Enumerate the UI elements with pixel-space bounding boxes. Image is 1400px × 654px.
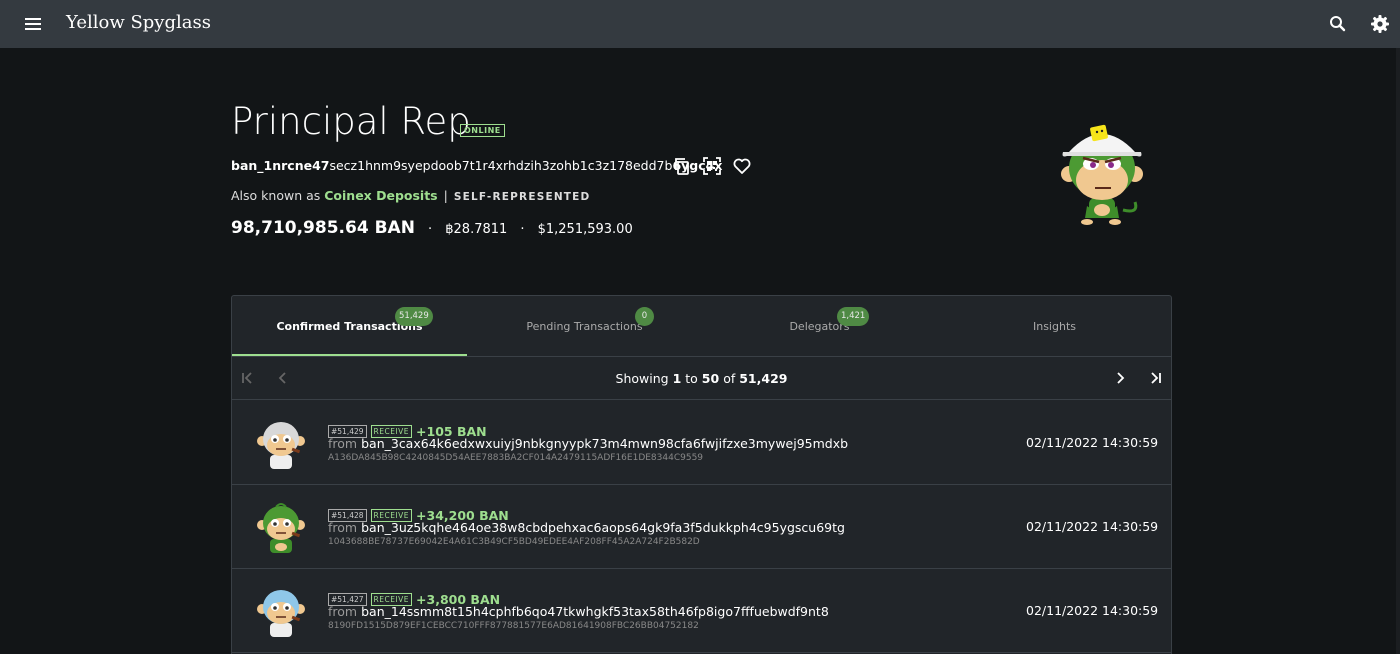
sender-avatar — [257, 422, 305, 469]
heart-icon[interactable] — [732, 156, 752, 176]
transaction-date: 02/11/2022 — [1026, 603, 1099, 618]
transaction-date: 02/11/2022 — [1026, 435, 1099, 450]
usd-value: $1,251,593.00 — [537, 222, 633, 237]
transaction-time: 14:30:59 — [1102, 603, 1159, 618]
last-page-icon[interactable] — [1147, 369, 1165, 387]
tab-insights[interactable]: Insights — [937, 296, 1171, 356]
transaction-hash[interactable]: 1043688BE78737E69042E4A61C3B49CF5BD49EDE… — [328, 537, 700, 547]
page-scrollbar[interactable] — [1396, 48, 1400, 654]
alias-line: Also known as Coinex Deposits | SELF-REPRE… — [231, 188, 590, 203]
count-badge: 51,429 — [395, 307, 433, 326]
tab-delegators[interactable]: Delegators 1,421 — [702, 296, 937, 356]
count-badge: 1,421 — [837, 307, 870, 326]
pager-from: 1 — [672, 371, 682, 386]
balance-dot-separator: · — [428, 222, 433, 237]
from-label: from — [328, 520, 358, 535]
next-page-icon[interactable] — [1111, 369, 1129, 387]
balance-dot-separator: · — [520, 222, 525, 237]
tab-pending-transactions[interactable]: Pending Transactions 0 — [467, 296, 702, 356]
account-avatar — [1061, 124, 1143, 225]
pagination-bar: Showing 1 to 50 of 51,429 — [232, 357, 1171, 400]
account-address[interactable]: ban_1nrcne47secz1hnm9syepdoob7t1r4xrhdzi… — [231, 158, 722, 173]
transaction-row[interactable]: #51,427 RECEIVE +3,800 BAN from ban_14ssmm8… — [232, 569, 1171, 653]
pager-to: 50 — [701, 371, 720, 386]
tab-label: Insights — [1032, 320, 1076, 333]
hamburger-icon[interactable] — [20, 14, 46, 34]
btc-value: ฿28.7811 — [445, 222, 508, 237]
pager-total: 51,429 — [739, 371, 788, 386]
count-badge: 0 — [635, 307, 654, 326]
copy-icon[interactable] — [672, 156, 692, 176]
transaction-row[interactable]: #51,429 RECEIVE +105 BAN from ban_3cax64k6e… — [232, 401, 1171, 485]
counterparty-address[interactable]: ban_3cax64k6edxwxuiyj9nbkgnyypk73m4mwn98… — [361, 436, 848, 451]
transaction-hash[interactable]: A136DA845B98C4240845D54AEE7883BA2CF014A2… — [328, 453, 703, 463]
self-represented-label: SELF-REPRESENTED — [453, 191, 591, 203]
counterparty-address[interactable]: ban_14ssmm8t15h4cphfb6qo47tkwhgkf53tax58… — [361, 604, 829, 619]
ban-balance: 98,710,985.64 BAN — [231, 218, 415, 238]
tab-bar: Confirmed Transactions 51,429 Pending Tr… — [232, 296, 1171, 357]
page-title: Principal Rep — [231, 100, 471, 143]
transaction-hash[interactable]: 8190FD1515D879EF1CEBCC710FFF877881577E6A… — [328, 621, 699, 631]
transaction-counterparty: from ban_3uz5kqhe464oe38w8cbdpehxac6aops6… — [328, 520, 845, 535]
pager-to-label: to — [685, 371, 698, 386]
app-title[interactable]: Yellow Spyglass — [66, 12, 211, 33]
transaction-time: 14:30:59 — [1102, 519, 1159, 534]
address-prefix: ban_1nrcne47 — [231, 158, 330, 173]
balance-line: 98,710,985.64 BAN · ฿28.7811 · $1,251,59… — [231, 218, 633, 238]
alias-name[interactable]: Coinex Deposits — [324, 188, 437, 203]
alias-separator: | — [443, 188, 448, 203]
pager-showing-label: Showing — [615, 371, 669, 386]
transaction-counterparty: from ban_14ssmm8t15h4cphfb6qo47tkwhgkf53t… — [328, 604, 829, 619]
address-middle: secz1hnm9syepdoob7t1r4xrhdzih3zohb1c3z17… — [329, 158, 673, 173]
sender-avatar — [257, 590, 305, 637]
transaction-date: 02/11/2022 — [1026, 519, 1099, 534]
from-label: from — [328, 436, 358, 451]
gear-icon[interactable] — [1370, 14, 1390, 34]
qr-code-icon[interactable] — [702, 156, 722, 176]
tab-confirmed-transactions[interactable]: Confirmed Transactions 51,429 — [232, 296, 467, 356]
counterparty-address[interactable]: ban_3uz5kqhe464oe38w8cbdpehxac6aops64gk9… — [361, 520, 845, 535]
tab-label: Pending Transactions — [526, 320, 643, 333]
pagination-summary: Showing 1 to 50 of 51,429 — [232, 371, 1171, 386]
sender-avatar — [257, 503, 305, 553]
transaction-time: 14:30:59 — [1102, 435, 1159, 450]
aka-label: Also known as — [231, 188, 321, 203]
transaction-counterparty: from ban_3cax64k6edxwxuiyj9nbkgnyypk73m4m… — [328, 436, 848, 451]
top-app-bar: Yellow Spyglass — [0, 0, 1400, 48]
pager-of-label: of — [723, 371, 736, 386]
search-icon[interactable] — [1328, 14, 1348, 34]
tab-label: Delegators — [789, 320, 850, 333]
from-label: from — [328, 604, 358, 619]
tab-label: Confirmed Transactions — [276, 320, 423, 333]
account-tabs-panel: Confirmed Transactions 51,429 Pending Tr… — [231, 295, 1172, 654]
status-badge: ONLINE — [460, 124, 505, 137]
transaction-row[interactable]: #51,428 RECEIVE +34,200 BAN from ban_3uz5kq… — [232, 485, 1171, 569]
